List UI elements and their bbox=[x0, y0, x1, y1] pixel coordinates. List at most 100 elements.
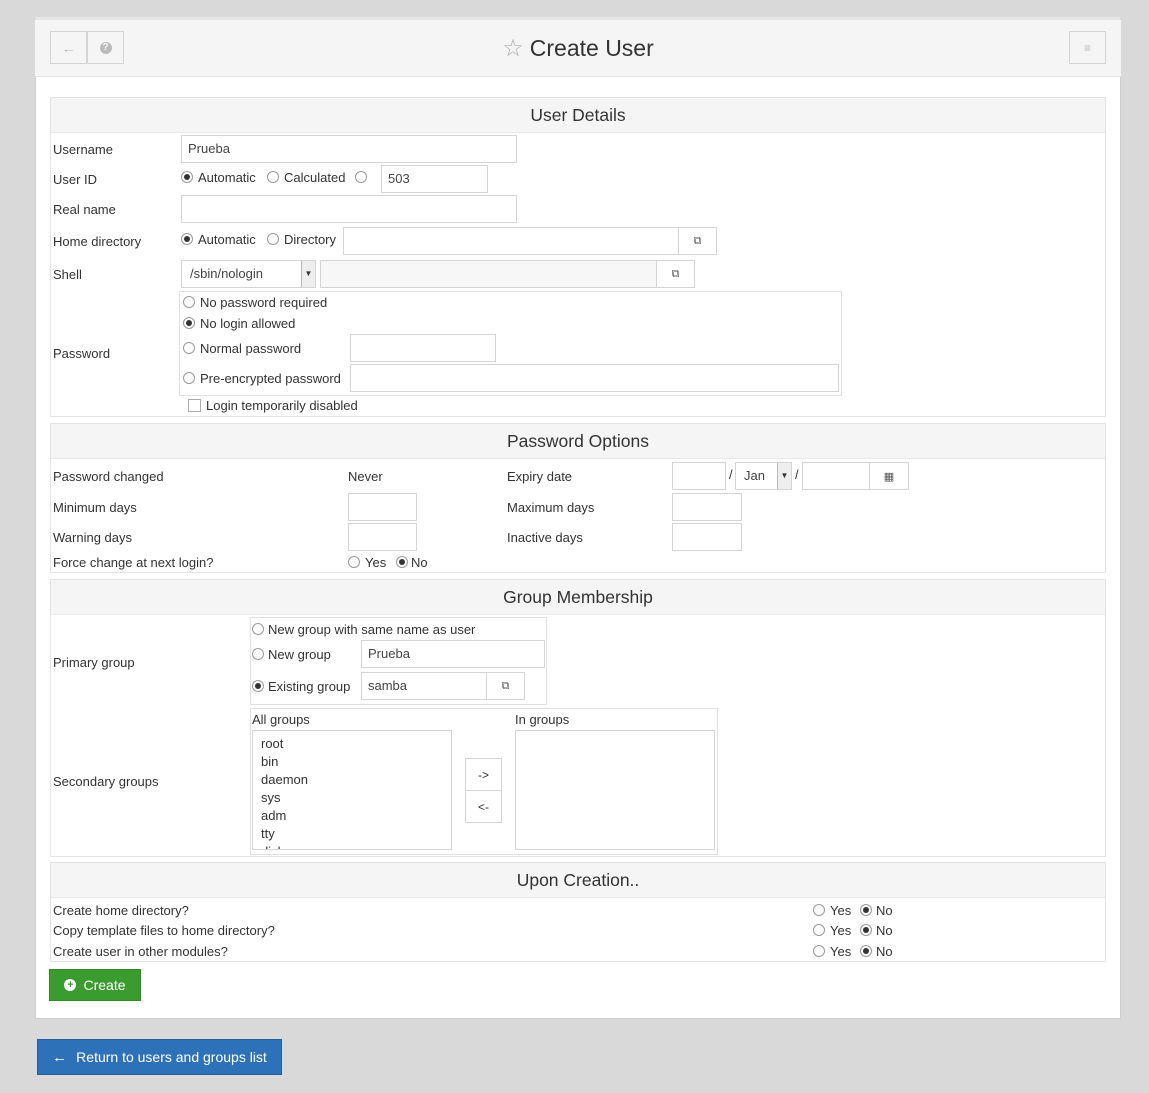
sliders-icon: ≡ bbox=[1083, 40, 1091, 55]
arrow-left-icon: ← bbox=[52, 1048, 68, 1066]
userid-custom-radio[interactable] bbox=[355, 171, 367, 183]
section-title: Upon Creation.. bbox=[51, 863, 1105, 898]
other-modules-no-radio[interactable] bbox=[860, 945, 872, 957]
userid-automatic-radio[interactable] bbox=[181, 171, 193, 183]
warning-days-input[interactable] bbox=[348, 523, 417, 551]
pw-none-label: No password required bbox=[200, 295, 328, 310]
shell-label: Shell bbox=[53, 267, 82, 282]
pw-preenc-radio[interactable] bbox=[183, 372, 195, 384]
list-item[interactable]: daemon bbox=[261, 771, 443, 789]
chevron-down-icon: ▼ bbox=[777, 463, 791, 489]
yes-label: Yes bbox=[830, 903, 852, 918]
existing-group-radio[interactable] bbox=[252, 680, 264, 692]
homedir-automatic-radio[interactable] bbox=[181, 233, 193, 245]
return-button[interactable]: ← Return to users and groups list bbox=[37, 1039, 282, 1075]
userid-input[interactable]: 503 bbox=[381, 165, 488, 193]
shell-select[interactable]: /sbin/nologin ▼ bbox=[181, 260, 316, 288]
pw-normal-label: Normal password bbox=[200, 341, 302, 356]
all-groups-list[interactable]: root bin daemon sys adm tty disk bbox=[252, 730, 452, 850]
star-icon[interactable]: ☆ bbox=[502, 35, 524, 62]
copy-template-no-radio[interactable] bbox=[860, 924, 872, 936]
expiry-day-input[interactable] bbox=[672, 462, 726, 490]
create-home-label: Create home directory? bbox=[53, 903, 189, 918]
password-options-section: Password Options bbox=[50, 423, 1106, 573]
pw-preenc-label: Pre-encrypted password bbox=[200, 371, 341, 386]
create-home-yes-radio[interactable] bbox=[813, 904, 825, 916]
plus-circle-icon: + bbox=[64, 979, 77, 991]
other-modules-label: Create user in other modules? bbox=[53, 944, 228, 959]
in-groups-label: In groups bbox=[515, 712, 570, 727]
login-disabled-checkbox[interactable] bbox=[188, 399, 201, 412]
force-change-label: Force change at next login? bbox=[53, 555, 214, 570]
pw-nologin-radio[interactable] bbox=[183, 317, 195, 329]
shell-browse-button[interactable]: ⧉ bbox=[656, 260, 695, 288]
list-item[interactable]: sys bbox=[261, 789, 443, 807]
list-item[interactable]: tty bbox=[261, 825, 443, 843]
section-title: Password Options bbox=[51, 424, 1105, 459]
pw-nologin-label: No login allowed bbox=[200, 316, 296, 331]
homedir-automatic-label: Automatic bbox=[198, 232, 256, 247]
new-same-group-radio[interactable] bbox=[252, 623, 264, 635]
no-label: No bbox=[876, 944, 893, 959]
realname-input[interactable] bbox=[181, 195, 517, 223]
add-group-button[interactable]: -> bbox=[465, 758, 502, 791]
calendar-icon: ▦ bbox=[883, 470, 895, 483]
min-days-input[interactable] bbox=[348, 493, 417, 521]
expiry-year-input[interactable] bbox=[802, 462, 871, 490]
in-groups-list[interactable] bbox=[515, 730, 715, 850]
copy-template-yes-radio[interactable] bbox=[813, 924, 825, 936]
list-item[interactable]: adm bbox=[261, 807, 443, 825]
date-separator: / bbox=[795, 467, 799, 482]
list-item[interactable]: bin bbox=[261, 753, 443, 771]
list-item[interactable]: root bbox=[261, 735, 443, 753]
force-no-radio[interactable] bbox=[396, 556, 408, 568]
force-yes-label: Yes bbox=[365, 555, 387, 570]
other-modules-yes-radio[interactable] bbox=[813, 945, 825, 957]
inactive-days-input[interactable] bbox=[672, 523, 742, 551]
homedir-input[interactable] bbox=[343, 227, 679, 255]
new-group-input[interactable]: Prueba bbox=[361, 640, 545, 668]
login-disabled-label: Login temporarily disabled bbox=[206, 398, 358, 413]
copy-icon: ⧉ bbox=[671, 267, 680, 280]
pw-normal-radio[interactable] bbox=[183, 342, 195, 354]
password-label: Password bbox=[53, 346, 111, 361]
warning-days-label: Warning days bbox=[53, 530, 132, 545]
password-changed-label: Password changed bbox=[53, 469, 164, 484]
filter-settings-button[interactable]: ≡ bbox=[1069, 31, 1106, 64]
max-days-label: Maximum days bbox=[507, 500, 595, 515]
list-item[interactable]: disk bbox=[261, 843, 443, 849]
create-button[interactable]: + Create bbox=[49, 969, 141, 1001]
normal-password-input[interactable] bbox=[350, 334, 496, 362]
username-input[interactable]: Prueba bbox=[181, 135, 517, 163]
expiry-month-select[interactable]: Jan ▼ bbox=[735, 462, 792, 490]
homedir-label: Home directory bbox=[53, 234, 142, 249]
max-days-input[interactable] bbox=[672, 493, 742, 521]
primary-group-label: Primary group bbox=[53, 655, 135, 670]
shell-custom-input[interactable] bbox=[320, 260, 657, 288]
userid-calculated-label: Calculated bbox=[284, 170, 346, 185]
preenc-password-input[interactable] bbox=[350, 364, 839, 392]
password-changed-value: Never bbox=[348, 469, 383, 484]
homedir-directory-radio[interactable] bbox=[267, 233, 279, 245]
inactive-days-label: Inactive days bbox=[507, 530, 583, 545]
section-title: User Details bbox=[51, 98, 1105, 133]
no-label: No bbox=[876, 923, 893, 938]
userid-automatic-label: Automatic bbox=[198, 170, 256, 185]
homedir-directory-label: Directory bbox=[284, 232, 337, 247]
new-group-label: New group bbox=[268, 647, 331, 662]
pw-none-radio[interactable] bbox=[183, 296, 195, 308]
homedir-browse-button[interactable]: ⧉ bbox=[678, 227, 717, 255]
existing-group-input[interactable]: samba bbox=[361, 672, 488, 700]
calendar-button[interactable]: ▦ bbox=[869, 462, 909, 490]
create-home-no-radio[interactable] bbox=[860, 904, 872, 916]
userid-calculated-radio[interactable] bbox=[267, 171, 279, 183]
copy-icon: ⧉ bbox=[693, 234, 702, 247]
force-yes-radio[interactable] bbox=[348, 556, 360, 568]
new-group-radio[interactable] bbox=[252, 648, 264, 660]
title-bar: ← ? ☆ Create User ≡ bbox=[35, 20, 1121, 77]
group-browse-button[interactable]: ⧉ bbox=[486, 672, 525, 700]
section-title: Group Membership bbox=[51, 580, 1105, 615]
copy-icon: ⧉ bbox=[501, 679, 510, 692]
remove-group-button[interactable]: <- bbox=[465, 790, 502, 823]
no-label: No bbox=[876, 903, 893, 918]
